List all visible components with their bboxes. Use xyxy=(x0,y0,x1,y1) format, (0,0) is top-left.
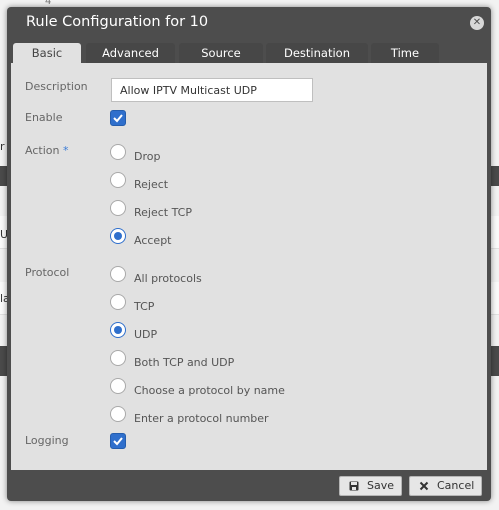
basic-tab-panel: Description Enable Action * Drop Reject … xyxy=(11,63,487,470)
rule-configuration-dialog: Rule Configuration for 10 ✕ Basic Advanc… xyxy=(7,7,491,501)
protocol-radio-both[interactable] xyxy=(110,350,126,366)
action-radio-reject-tcp[interactable] xyxy=(110,200,126,216)
close-icon: ✕ xyxy=(472,17,482,28)
enable-label: Enable xyxy=(25,111,63,124)
action-option-label: Drop xyxy=(134,150,161,163)
required-marker: * xyxy=(62,144,69,157)
background-label: 4 xyxy=(45,0,52,7)
tab-destination[interactable]: Destination xyxy=(266,43,368,63)
checkmark-icon xyxy=(113,437,123,446)
protocol-radio-all[interactable] xyxy=(110,266,126,282)
protocol-label: Protocol xyxy=(25,266,70,279)
tab-time[interactable]: Time xyxy=(371,43,439,63)
protocol-option-label: Both TCP and UDP xyxy=(134,356,235,369)
action-radio-drop[interactable] xyxy=(110,144,126,160)
protocol-option-label: TCP xyxy=(134,300,155,313)
close-button[interactable]: ✕ xyxy=(470,16,484,30)
protocol-radio-by-name[interactable] xyxy=(110,378,126,394)
checkmark-icon xyxy=(113,114,123,123)
protocol-option-label: UDP xyxy=(134,328,158,341)
dialog-title: Rule Configuration for 10 xyxy=(26,14,209,30)
dialog-header: Rule Configuration for 10 ✕ xyxy=(7,7,491,43)
action-option-label: Accept xyxy=(134,234,172,247)
close-icon xyxy=(419,481,429,491)
protocol-radio-by-number[interactable] xyxy=(110,406,126,422)
protocol-radio-udp[interactable] xyxy=(110,322,126,338)
logging-checkbox[interactable] xyxy=(110,433,126,449)
save-button[interactable]: Save xyxy=(339,476,402,496)
protocol-option-label: All protocols xyxy=(134,272,202,285)
description-field[interactable] xyxy=(111,78,313,102)
cancel-button-label: Cancel xyxy=(437,479,475,492)
background-fragment: r xyxy=(0,140,5,153)
protocol-radio-tcp[interactable] xyxy=(110,294,126,310)
tab-advanced[interactable]: Advanced xyxy=(86,43,175,63)
enable-checkbox[interactable] xyxy=(110,110,126,126)
description-label: Description xyxy=(25,80,88,93)
logging-label: Logging xyxy=(25,434,69,447)
action-label-text: Action xyxy=(25,144,60,157)
save-button-label: Save xyxy=(367,479,395,492)
protocol-option-label: Choose a protocol by name xyxy=(134,384,285,397)
cancel-button[interactable]: Cancel xyxy=(409,476,482,496)
action-radio-reject[interactable] xyxy=(110,172,126,188)
protocol-option-label: Enter a protocol number xyxy=(134,412,269,425)
tab-basic[interactable]: Basic xyxy=(13,43,81,64)
tab-source[interactable]: Source xyxy=(179,43,263,63)
action-option-label: Reject TCP xyxy=(134,206,192,219)
action-radio-accept[interactable] xyxy=(110,228,126,244)
action-label: Action * xyxy=(25,144,68,157)
save-icon xyxy=(349,481,359,491)
action-option-label: Reject xyxy=(134,178,169,191)
dialog-footer: Save Cancel xyxy=(7,470,491,501)
